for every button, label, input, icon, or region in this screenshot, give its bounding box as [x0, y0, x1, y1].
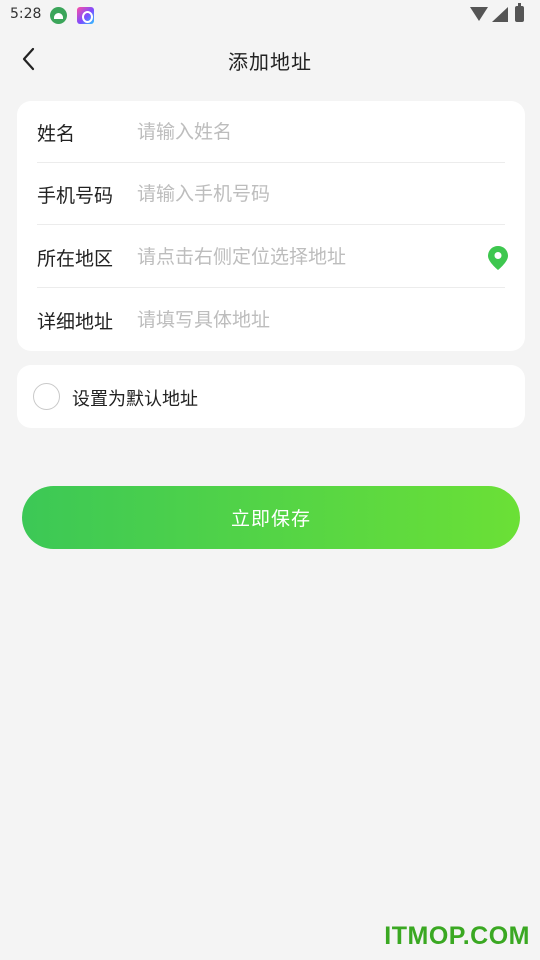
form-row-phone: 手机号码 [37, 163, 505, 225]
default-address-toggle[interactable]: 设置为默认地址 [17, 365, 525, 428]
battery-icon [515, 3, 524, 22]
page-title: 添加地址 [228, 50, 312, 74]
field-label-detail: 详细地址 [37, 311, 114, 333]
save-button[interactable]: 立即保存 [22, 486, 520, 549]
form-row-region: 所在地区 [37, 226, 508, 288]
name-input[interactable] [137, 115, 467, 149]
phone-input[interactable] [137, 177, 467, 211]
region-input[interactable] [137, 240, 467, 274]
status-time: 5:28 [10, 6, 42, 22]
default-address-label: 设置为默认地址 [72, 389, 198, 410]
field-label-phone: 手机号码 [37, 185, 114, 207]
watermark: ITMOP.COM [384, 922, 530, 950]
android-icon [50, 7, 67, 24]
status-bar: 5:28 [0, 0, 540, 30]
gallery-icon [77, 7, 94, 24]
field-label-name: 姓名 [37, 123, 76, 145]
field-label-region: 所在地区 [37, 248, 114, 270]
signal-icon [492, 7, 508, 22]
form-row-name: 姓名 [37, 101, 505, 163]
wifi-icon [470, 7, 488, 21]
form-row-detail: 详细地址 [37, 289, 505, 351]
address-form: 姓名 手机号码 所在地区 详细地址 [17, 101, 525, 351]
detail-address-input[interactable] [137, 303, 467, 337]
map-pin-icon[interactable] [486, 245, 510, 271]
default-address-radio[interactable] [33, 383, 60, 410]
app-header: 添加地址 [0, 30, 540, 88]
